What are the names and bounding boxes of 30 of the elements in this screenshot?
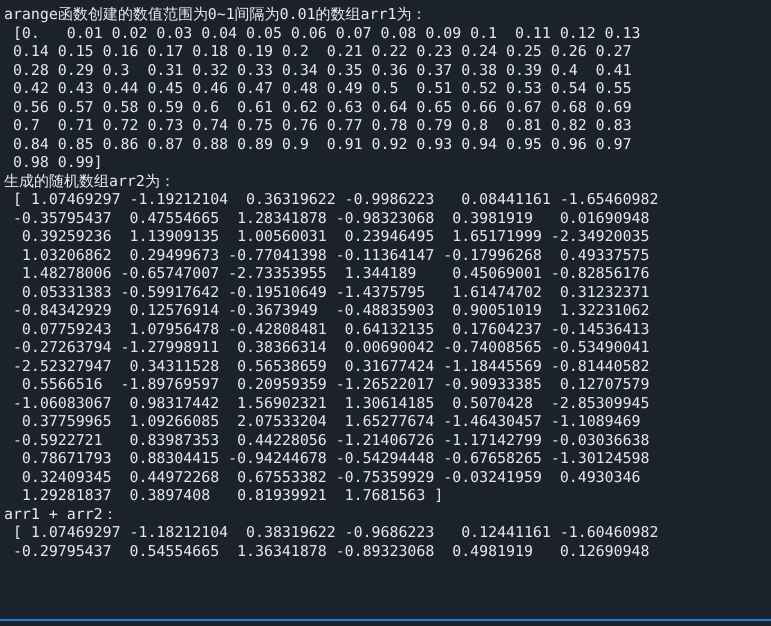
array-output-line: [0. 0.01 0.02 0.03 0.04 0.05 0.06 0.07 0.08 0.09 0.1 0.11 0.12 0.13	[12, 24, 641, 42]
output-label: arr1 + arr2：	[4, 504, 118, 523]
array-output-line: 0.98 0.99]	[12, 153, 103, 172]
array-output-line: 0.42 0.43 0.44 0.45 0.46 0.47 0.48 0.49 0.5 0.51 0.52 0.53 0.54 0.55	[12, 79, 632, 98]
array-output-line: 0.78671793 0.88304415 -0.94244678 -0.54294448 -0.67658265 -1.30124598	[20, 449, 650, 468]
array-output-line: 0.37759965 1.09266085 2.07533204 1.65277674 -1.46430457 -1.1089469	[20, 412, 641, 430]
array-output-line: -2.52327947 0.34311528 0.56538659 0.31677424 -1.18445569 -0.81440582	[12, 356, 650, 375]
array-output-line: 0.7 0.71 0.72 0.73 0.74 0.75 0.76 0.77 0.78 0.79 0.8 0.81 0.82 0.83	[12, 116, 632, 134]
array-output-line: 0.56 0.57 0.58 0.59 0.6 0.61 0.62 0.63 0.64 0.65 0.66 0.67 0.68 0.69	[12, 98, 632, 116]
array-output-line: -0.29795437 0.54554665 1.36341878 -0.89323068 0.4981919 0.12690948	[12, 542, 650, 560]
array-output-line: -1.06083067 0.98317442 1.56902321 1.30614185 0.5070428 -2.85309945	[12, 394, 650, 412]
array-output-line: 0.28 0.29 0.3 0.31 0.32 0.33 0.34 0.35 0.36 0.37 0.38 0.39 0.4 0.41	[12, 60, 632, 79]
array-output-line: -0.27263794 -1.27998911 0.38366314 0.00690042 -0.74008565 -0.53490041	[12, 338, 650, 356]
array-output-line: 0.07759243 1.07956478 -0.42808481 0.64132135 0.17604237 -0.14536413	[20, 320, 650, 338]
array-output-line: 0.14 0.15 0.16 0.17 0.18 0.19 0.2 0.21 0.22 0.23 0.24 0.25 0.26 0.27	[12, 42, 632, 60]
array-output-line: [ 1.07469297 -1.18212104 0.38319622 -0.9686223 0.12441161 -1.60460982	[12, 523, 658, 542]
array-output-line: [ 1.07469297 -1.19212104 0.36319622 -0.9986223 0.08441161 -1.65460982	[12, 190, 658, 208]
array-output-line: 0.84 0.85 0.86 0.87 0.88 0.89 0.9 0.91 0.92 0.93 0.94 0.95 0.96 0.97	[12, 134, 632, 153]
array-output-line: 1.48278006 -0.65747007 -2.73353955 1.344189 0.45069001 -0.82856176	[20, 264, 650, 282]
array-output-line: -0.35795437 0.47554665 1.28341878 -0.98323068 0.3981919 0.01690948	[12, 208, 650, 227]
array-output-line: 0.39259236 1.13909135 1.00560031 0.23946495 1.65171999 -2.34920035	[20, 227, 650, 246]
array-output-line: 1.03206862 0.29499673 -0.77041398 -0.11364147 -0.17996268 0.49337575	[20, 246, 650, 264]
array-output-line: -0.84342929 0.12576914 -0.3673949 -0.48835903 0.90051019 1.32231062	[12, 301, 650, 320]
array-output-line: 0.32409345 0.44972268 0.67553382 -0.75359929 -0.03241959 0.4930346	[20, 468, 641, 486]
array-output-line: 0.5566516 -1.89769597 0.20959359 -1.26522017 -0.90933385 0.12707579	[20, 375, 650, 394]
array-output-line: 1.29281837 0.3897408 0.81939921 1.7681563 ]	[20, 486, 444, 504]
array-output-line: -0.5922721 0.83987353 0.44228056 -1.21406726 -1.17142799 -0.03036638	[12, 430, 650, 449]
output-label: arange函数创建的数值范围为0~1间隔为0.01的数组arr1为：	[4, 5, 426, 24]
output-label: 生成的随机数组arr2为：	[4, 172, 175, 190]
array-output-line: 0.05331383 -0.59917642 -0.19510649 -1.4375795 1.61474702 0.31232371	[20, 282, 650, 301]
